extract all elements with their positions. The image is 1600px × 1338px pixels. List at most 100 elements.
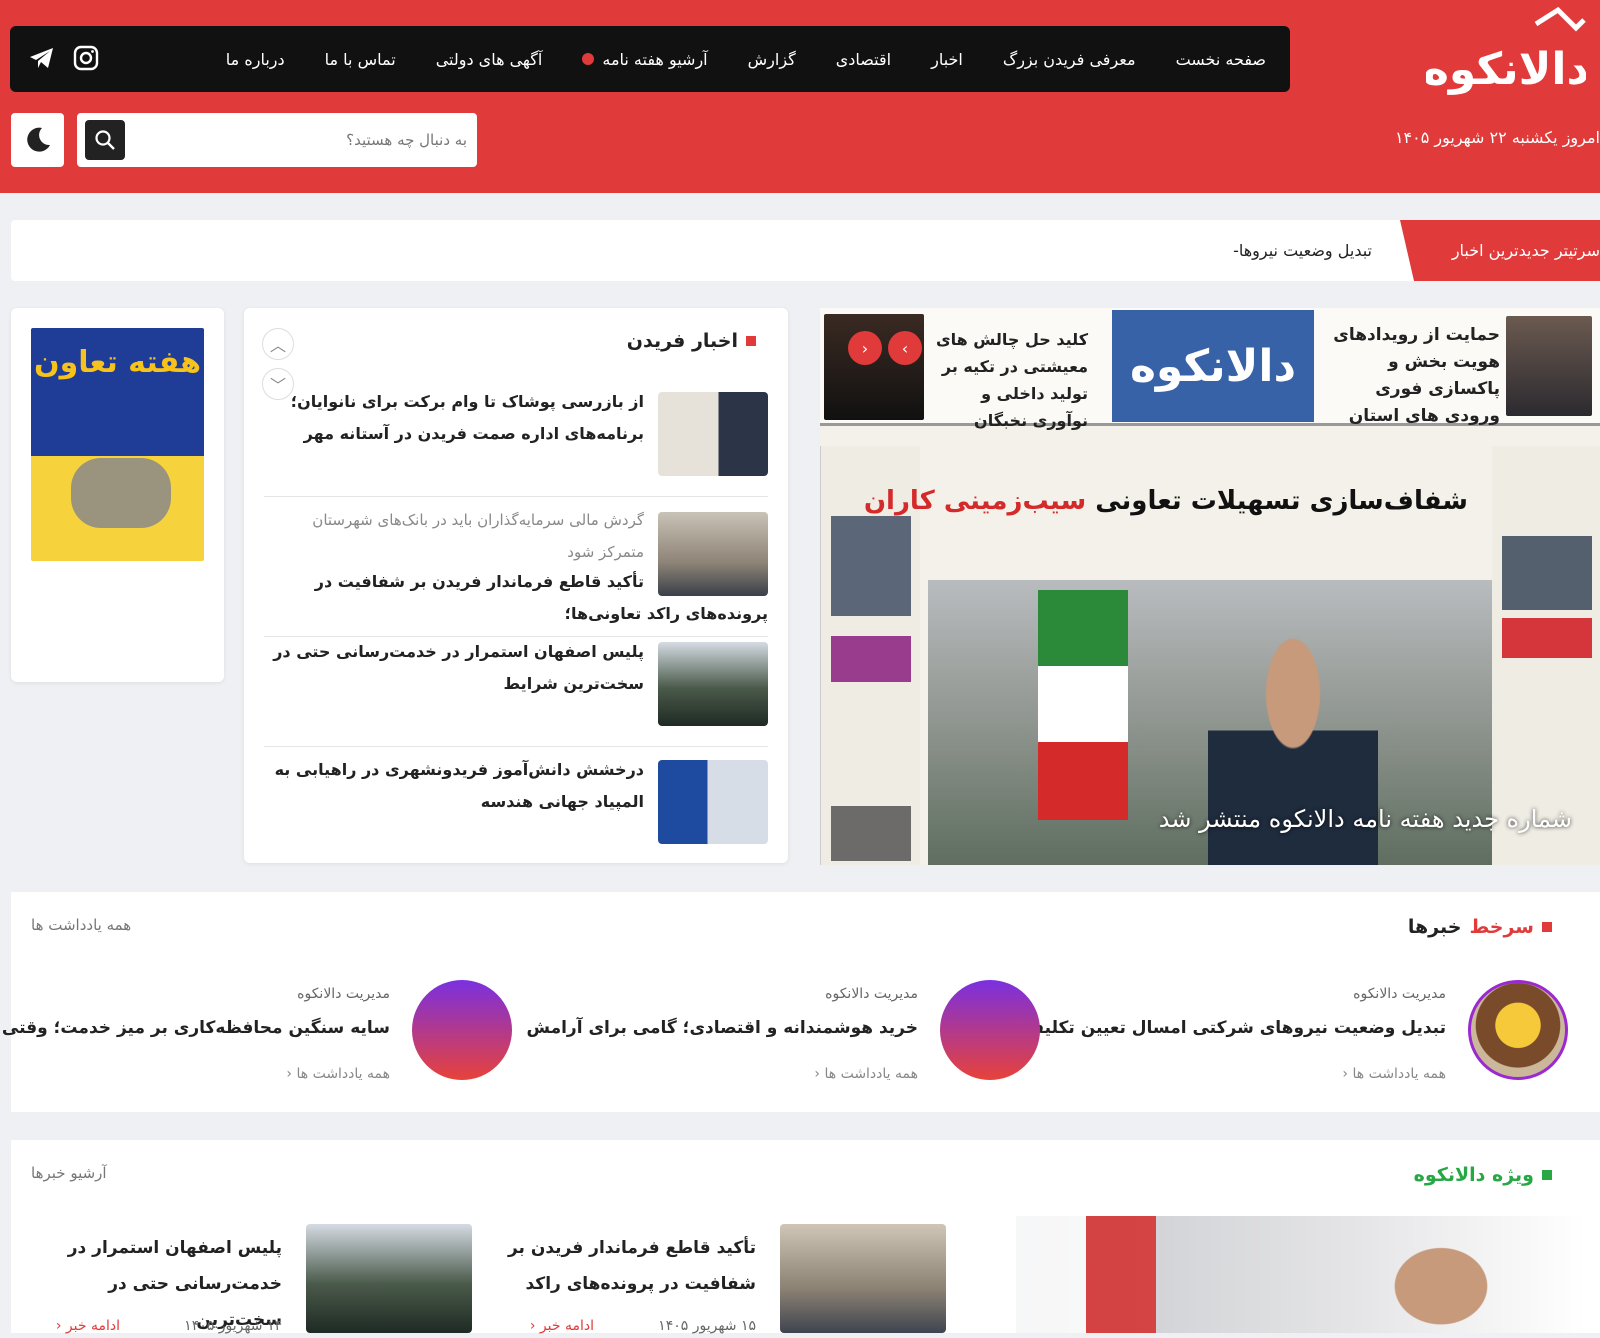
ad-title: هفته تعاون [34, 345, 201, 380]
avatar [412, 980, 512, 1080]
site-header: دالانکوه صفحه نخست معرفی فریدن بزرگ اخبا… [0, 0, 1600, 193]
scroll-up-button[interactable]: ︿ [262, 328, 294, 360]
special-section: ویژه دالانکوه آرشیو خبرها تأکید قاطع فرم… [11, 1140, 1600, 1334]
card-thumbnail [306, 1224, 472, 1333]
handshake-graphic [71, 458, 171, 528]
nav-item-weekly-archive[interactable]: آرشیو هفته نامه [582, 50, 708, 69]
paper-headline-right: حمایت از رویدادهای هویت بخش و پاکسازی فو… [1333, 325, 1500, 426]
instagram-icon[interactable] [72, 44, 100, 72]
avatar [940, 980, 1040, 1080]
current-date: امروز یکشنبه ۲۲ شهریور ۱۴۰۵ [1394, 128, 1600, 147]
fereydun-news-box: اخبار فریدن ︿ ﹀ از بازرسی پوشاک تا وام ب… [244, 308, 788, 863]
search-icon [95, 130, 115, 150]
column-photo-3 [1502, 536, 1592, 610]
nav-item-news[interactable]: اخبار [931, 50, 963, 69]
news-thumbnail [658, 642, 768, 726]
all-notes-link[interactable]: همه یادداشت ها [31, 916, 131, 934]
all-notes-link[interactable]: همه یادداشت ها ‹ [1342, 1066, 1446, 1082]
flag-graphic [1038, 590, 1128, 820]
paper-headline-left: کلید حل چالش های معیشتی در تکیه بر تولید… [935, 330, 1088, 430]
list-item[interactable]: درخشش دانش‌آموز فریدونشهری در راهیابی به… [264, 760, 768, 850]
read-more-link[interactable]: ادامه خبر ‹ [56, 1318, 120, 1334]
news-title: تأکید قاطع فرماندار فریدن بر شفافیت در پ… [314, 572, 768, 623]
headlines-section: سرخط خبرها همه یادداشت ها مدیریت دالانکو… [2, 892, 1600, 1112]
news-thumbnail [658, 760, 768, 844]
card-thumbnail [780, 1224, 946, 1333]
person-figure [1356, 1216, 1526, 1333]
ad-box: هفته تعاون [11, 308, 224, 682]
moon-icon [26, 127, 50, 152]
paper-main-headline: شفاف‌سازی تسهیلات تعاونی سیب‌زمینی کاران [863, 486, 1468, 516]
search-button[interactable] [85, 120, 125, 160]
news-summary: گردش مالی سرمایه‌گذاران باید در بانک‌های… [312, 511, 644, 561]
official-photo [1506, 316, 1592, 416]
title-square-icon [1542, 1170, 1552, 1180]
news-title: درخشش دانش‌آموز فریدونشهری در راهیابی به… [274, 760, 644, 811]
slider-next-button[interactable]: › [888, 331, 922, 365]
headline-item[interactable]: مدیریت دالانکوه خرید هوشمندانه و اقتصادی… [527, 980, 1040, 1090]
news-archive-link[interactable]: آرشیو خبرها [31, 1164, 107, 1182]
flag-graphic [1016, 1216, 1156, 1333]
nav-menu: صفحه نخست معرفی فریدن بزرگ اخبار اقتصادی… [226, 26, 1266, 92]
card-title[interactable]: تأکید قاطع فرماندار فریدن بر شفافیت در پ… [506, 1230, 756, 1302]
card-date: ۱۵ شهریور ۱۴۰۵ [658, 1318, 756, 1334]
paper-right-column [1492, 446, 1600, 865]
featured-image[interactable] [1016, 1216, 1586, 1333]
headline-item[interactable]: مدیریت دالانکوه تبدیل وضعیت نیروهای شرکت… [1024, 980, 1568, 1090]
headline-title[interactable]: خرید هوشمندانه و اقتصادی؛ گامی برای آرام… [527, 1018, 918, 1038]
ticker-label: سرتیتر جدیدترین اخبار [1400, 220, 1600, 281]
telegram-icon[interactable] [28, 44, 56, 72]
column-photo [831, 516, 911, 616]
search-box [77, 113, 477, 167]
slider-prev-button[interactable]: ‹ [848, 331, 882, 365]
site-logo[interactable]: دالانکوه [1423, 6, 1589, 108]
newspaper-masthead: دالانکوه حمایت از رویدادهای هویت بخش و پ… [820, 308, 1600, 430]
headline-item[interactable]: مدیریت دالانکوه سایه سنگین محافظه‌کاری ب… [2, 980, 512, 1090]
main-navbar: صفحه نخست معرفی فریدن بزرگ اخبار اقتصادی… [10, 26, 1290, 92]
search-input[interactable] [137, 121, 467, 159]
author-name: مدیریت دالانکوه [297, 986, 390, 1002]
nav-item-contact[interactable]: تماس با ما [325, 50, 396, 69]
nav-item-about-fereydun[interactable]: معرفی فریدن بزرگ [1003, 50, 1136, 69]
column-banner [831, 636, 911, 682]
logo-text: دالانکوه [1426, 44, 1586, 95]
social-links [28, 44, 100, 72]
nav-item-economic[interactable]: اقتصادی [836, 50, 891, 69]
divider [264, 746, 768, 747]
list-item[interactable]: پلیس اصفهان استمرار در خدمت‌رسانی حتی در… [264, 642, 768, 732]
column-photo-2 [831, 806, 911, 861]
avatar [1468, 980, 1568, 1080]
hero-caption[interactable]: شماره جدید هفته نامه دالانکوه منتشر شد [1159, 805, 1572, 833]
headlines-title: سرخط خبرها [1408, 916, 1552, 938]
news-title: پلیس اصفهان استمرار در خدمت‌رسانی حتی در… [273, 642, 644, 693]
read-more-link[interactable]: ادامه خبر ‹ [530, 1318, 594, 1334]
news-ticker: سرتیتر جدیدترین اخبار تبدیل وضعیت نیروها… [11, 220, 1600, 281]
card-date: ۱۴ شهریور ۱۴۰۵ [184, 1318, 282, 1334]
ad-banner[interactable]: هفته تعاون [31, 328, 204, 561]
nav-item-government-ads[interactable]: آگهی های دولتی [436, 50, 543, 69]
cleric-photo [824, 314, 924, 420]
newspaper-logo: دالانکوه [1112, 310, 1314, 422]
all-notes-link[interactable]: همه یادداشت ها ‹ [814, 1066, 918, 1082]
all-notes-link[interactable]: همه یادداشت ها ‹ [286, 1066, 390, 1082]
author-name: مدیریت دالانکوه [825, 986, 918, 1002]
fereydun-news-title: اخبار فریدن [627, 330, 756, 352]
news-title: از بازرسی پوشاک تا وام برکت برای نانوایا… [290, 392, 644, 443]
hero-slider[interactable]: دالانکوه حمایت از رویدادهای هویت بخش و پ… [820, 308, 1600, 865]
chevron-up-icon: ︿ [270, 336, 287, 355]
news-card[interactable]: تأکید قاطع فرماندار فریدن بر شفافیت در پ… [486, 1224, 946, 1334]
news-card[interactable]: پلیس اصفهان استمرار در خدمت‌رسانی حتی در… [12, 1224, 472, 1334]
chevron-right-icon: › [901, 338, 909, 358]
list-item[interactable]: گردش مالی سرمایه‌گذاران باید در بانک‌های… [264, 511, 768, 623]
list-item[interactable]: از بازرسی پوشاک تا وام برکت برای نانوایا… [264, 392, 768, 482]
nav-item-report[interactable]: گزارش [748, 50, 796, 69]
news-thumbnail [658, 392, 768, 476]
nav-item-about-us[interactable]: درباره ما [226, 50, 285, 69]
headline-title[interactable]: سایه سنگین محافظه‌کاری بر میز خدمت؛ وقتی [2, 1018, 390, 1038]
headline-title[interactable]: تبدیل وضعیت نیروهای شرکتی امسال تعیین تک… [1024, 1018, 1446, 1038]
chevron-left-icon: ‹ [861, 338, 869, 358]
ticker-headline[interactable]: تبدیل وضعیت نیروها- [1233, 220, 1372, 281]
live-dot-icon [582, 53, 595, 65]
dark-mode-toggle[interactable] [11, 113, 64, 167]
nav-item-home[interactable]: صفحه نخست [1176, 50, 1266, 69]
